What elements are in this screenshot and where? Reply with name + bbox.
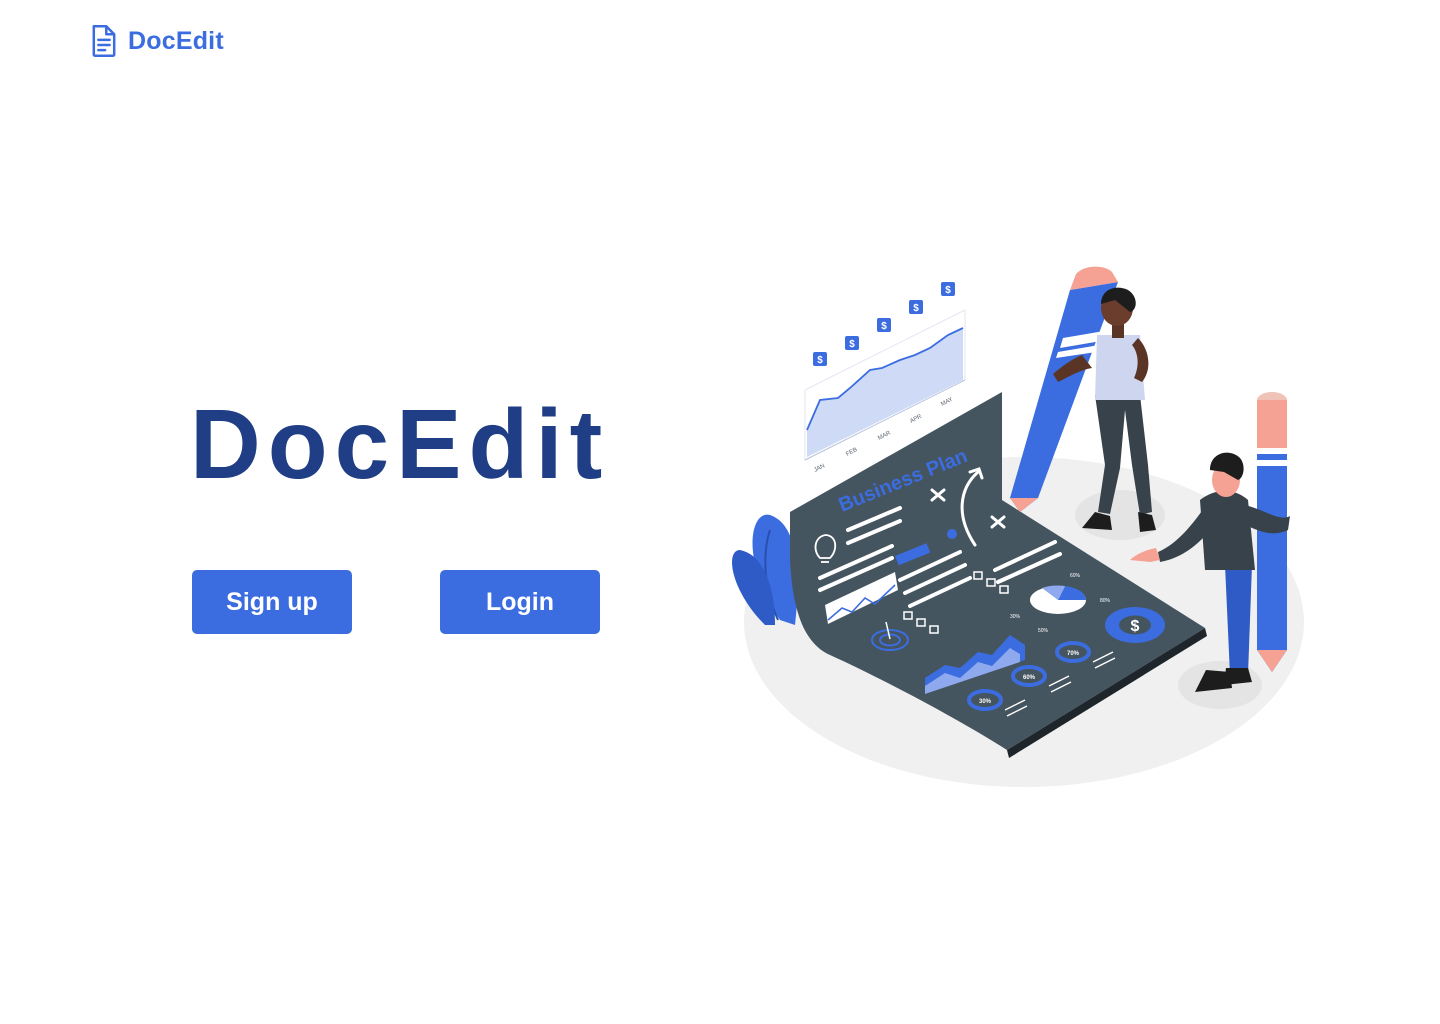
month-label: JAN xyxy=(813,463,826,473)
percent-label: 80% xyxy=(1100,598,1111,604)
login-button[interactable]: Login xyxy=(440,570,600,634)
price-marker-label: $ xyxy=(817,355,823,366)
month-label: FEB xyxy=(845,447,858,458)
brand[interactable]: DocEdit xyxy=(90,24,224,58)
price-marker-label: $ xyxy=(913,303,919,314)
month-label: APR xyxy=(909,414,923,425)
percent-label: 30% xyxy=(979,699,992,705)
percent-label: 70% xyxy=(1067,651,1080,657)
signup-button[interactable]: Sign up xyxy=(192,570,352,634)
business-plan-illustration: $ $ $ $ $ JAN FEB MAR APR MAY Business P… xyxy=(732,266,1304,787)
price-marker-label: $ xyxy=(881,321,887,332)
document-icon xyxy=(92,25,116,57)
percent-label: 30% xyxy=(1010,614,1021,620)
hero-title: DocEdit xyxy=(190,389,610,499)
percent-label: 60% xyxy=(1070,573,1081,579)
gear-currency-label: $ xyxy=(1131,618,1140,635)
brand-name: DocEdit xyxy=(128,26,224,55)
percent-label: 60% xyxy=(1023,675,1036,681)
price-marker-label: $ xyxy=(945,285,951,296)
dollar-gear-icon: $ xyxy=(1105,607,1165,643)
month-label: MAR xyxy=(877,430,892,442)
price-marker-label: $ xyxy=(849,339,855,350)
plant-leaves xyxy=(732,514,798,625)
percent-label: 50% xyxy=(1038,628,1049,634)
month-label: MAY xyxy=(940,397,954,408)
